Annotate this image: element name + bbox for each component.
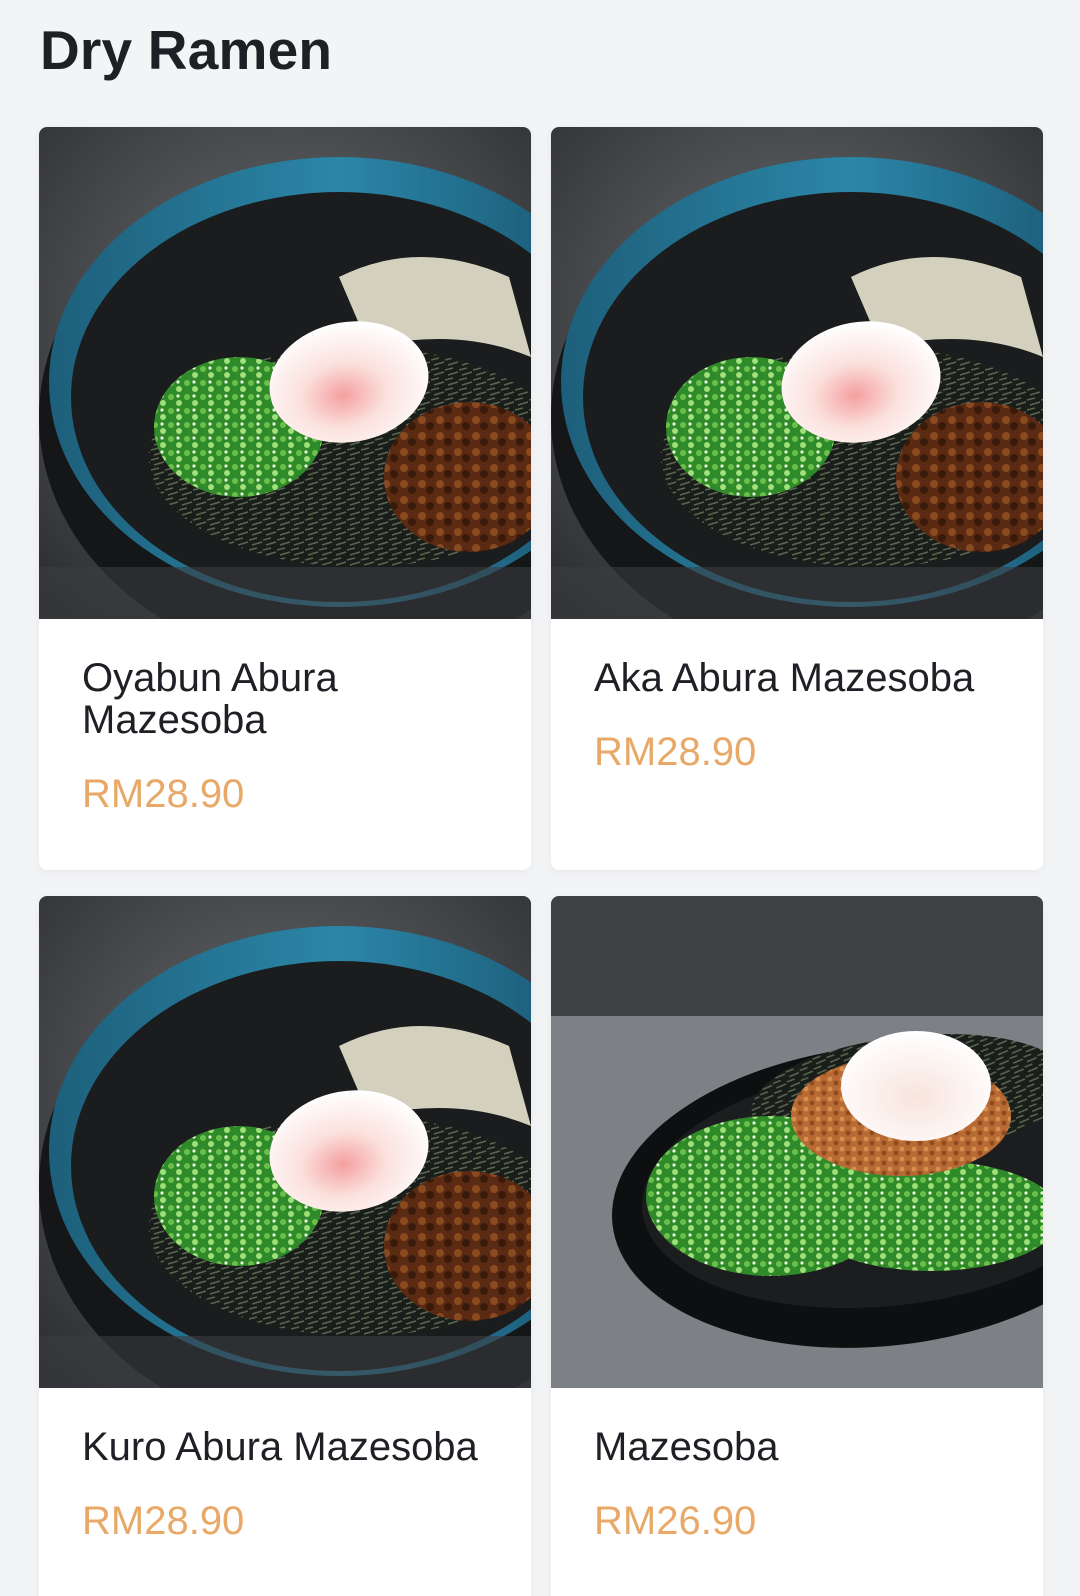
menu-item-name: Aka Abura Mazesoba bbox=[594, 656, 975, 700]
menu-item-name: Mazesoba bbox=[594, 1425, 779, 1469]
black-plate-mazesoba-photo bbox=[551, 896, 1043, 1388]
menu-item-price: RM26.90 bbox=[594, 1499, 757, 1543]
menu-grid: Oyabun Abura Mazesoba RM28.90 Aka Abura … bbox=[39, 127, 1044, 1596]
menu-page: Dry Ramen Oyabun Abura Mazesoba RM28.90 … bbox=[0, 0, 1080, 1596]
menu-item-name: Kuro Abura Mazesoba bbox=[82, 1425, 478, 1469]
menu-item-card[interactable]: Mazesoba RM26.90 bbox=[551, 896, 1043, 1596]
menu-item-card[interactable]: Oyabun Abura Mazesoba RM28.90 bbox=[39, 127, 531, 870]
blue-bowl-ramen-photo bbox=[39, 127, 531, 619]
menu-item-card[interactable]: Aka Abura Mazesoba RM28.90 bbox=[551, 127, 1043, 870]
menu-item-details: Kuro Abura Mazesoba RM28.90 bbox=[39, 1388, 531, 1542]
menu-item-price: RM28.90 bbox=[82, 1499, 245, 1543]
blue-bowl-ramen-photo bbox=[39, 896, 531, 1388]
blue-bowl-ramen-photo bbox=[551, 127, 1043, 619]
menu-item-price: RM28.90 bbox=[82, 772, 245, 816]
menu-item-details: Oyabun Abura Mazesoba RM28.90 bbox=[39, 619, 531, 815]
menu-item-details: Mazesoba RM26.90 bbox=[551, 1388, 1043, 1542]
menu-item-card[interactable]: Kuro Abura Mazesoba RM28.90 bbox=[39, 896, 531, 1596]
section-title: Dry Ramen bbox=[40, 19, 333, 81]
menu-item-details: Aka Abura Mazesoba RM28.90 bbox=[551, 619, 1043, 773]
menu-item-name: Oyabun Abura Mazesoba bbox=[82, 656, 338, 742]
menu-item-price: RM28.90 bbox=[594, 730, 757, 774]
